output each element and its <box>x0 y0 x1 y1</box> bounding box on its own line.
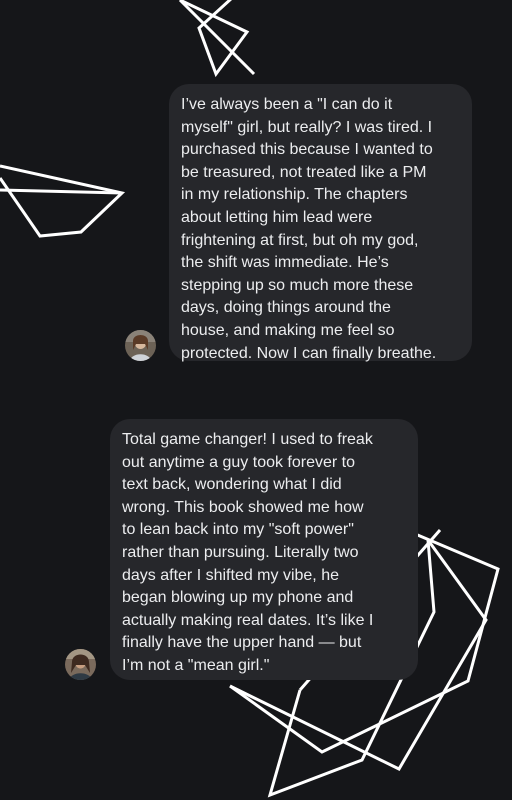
message-text-line: rather than pursuing. Literally two <box>122 543 359 561</box>
message-text-line: the shift was immediate. He’s <box>181 254 389 272</box>
message-text-line: Total game changer! I used to freak <box>122 431 373 448</box>
message-text-line: protected. Now I can finally breathe. <box>181 344 437 362</box>
message-text-line: days after I shifted my vibe, he <box>122 566 339 584</box>
user-photo-icon <box>125 330 156 361</box>
message-text-line: began blowing up my phone and <box>122 589 354 607</box>
message-text-line: in my relationship. The chapters <box>181 186 408 204</box>
avatar <box>125 330 156 361</box>
message-text-line: I’m not a "mean girl." <box>122 656 270 674</box>
message-bubble: Total game changer! I used to freak out a… <box>110 419 418 680</box>
message-text-line: days, doing things around the <box>181 299 391 317</box>
message-text-line: frightening at first, but oh my god, <box>181 231 419 249</box>
message-text-line: about letting him lead were <box>181 208 373 226</box>
message-text-line: actually making real dates. It’s like I <box>122 611 374 629</box>
message-bubble: I’ve always been a "I can do it myself" g… <box>169 84 472 362</box>
message-text-line: to lean back into my "soft power" <box>122 521 354 539</box>
message-text-line: wrong. This book showed me how <box>122 498 364 516</box>
message-text-line: myself" girl, but really? I was tired. I <box>181 118 433 136</box>
message-text-line: text back, wondering what I did <box>122 476 342 494</box>
message-text-line: stepping up so much more these <box>181 276 414 294</box>
message-text-line: house, and making me feel so <box>181 321 395 339</box>
avatar <box>65 649 96 680</box>
message-text-line: out anytime a guy took forever to <box>122 453 356 471</box>
message-text-line: purchased this because I wanted to <box>181 141 433 159</box>
message-text-line: I’ve always been a "I can do it <box>181 96 393 113</box>
user-photo-icon <box>65 649 96 680</box>
message-text-line: be treasured, not treated like a PM <box>181 163 427 181</box>
message-text-line: finally have the upper hand — but <box>122 634 362 652</box>
